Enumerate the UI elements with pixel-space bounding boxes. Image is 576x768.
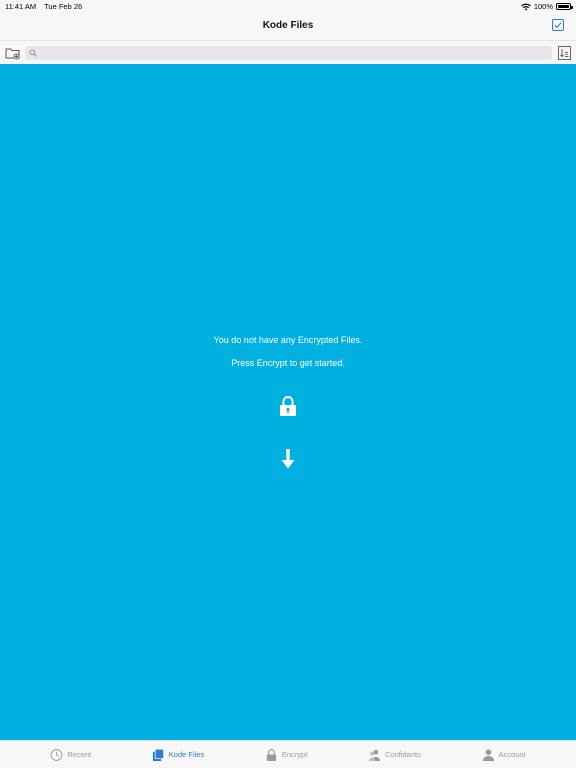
clock-icon (50, 748, 63, 761)
tab-bar: Recent Kode Files Encrypt Confidants Acc… (0, 740, 576, 768)
empty-message: You do not have any Encrypted Files. (213, 335, 363, 345)
tab-label: Kode Files (168, 750, 205, 759)
sort-icon[interactable] (558, 46, 571, 60)
tab-encrypt[interactable]: Encrypt (265, 741, 307, 768)
tab-kode-files[interactable]: Kode Files (152, 741, 204, 768)
nav-bar: Kode Files (0, 12, 576, 40)
status-date: Tue Feb 26 (44, 2, 83, 11)
files-icon (152, 748, 164, 761)
tab-confidants[interactable]: Confidants (368, 741, 421, 768)
arrow-down-icon (281, 449, 295, 469)
tab-label: Confidants (384, 750, 421, 759)
tab-label: Recent (67, 750, 92, 759)
people-icon (368, 749, 381, 761)
new-folder-icon[interactable] (5, 46, 20, 60)
battery-percent: 100% (533, 2, 553, 11)
search-input[interactable] (25, 46, 552, 60)
person-icon (482, 748, 494, 761)
search-icon (29, 49, 37, 57)
status-left: 11:41 AM Tue Feb 26 (5, 2, 88, 11)
lock-icon (280, 396, 296, 416)
tab-label: Encrypt (281, 750, 308, 759)
app-screen: 11:41 AM Tue Feb 26 100% Kode Files You … (0, 0, 576, 768)
select-button[interactable] (552, 19, 564, 31)
page-title: Kode Files (262, 20, 314, 31)
battery-icon (556, 3, 573, 10)
empty-hint: Press Encrypt to get started. (231, 358, 345, 368)
checkmark-icon (554, 22, 562, 29)
status-time: 11:41 AM (5, 2, 37, 11)
tab-account[interactable]: Account (482, 741, 526, 768)
tab-label: Account (498, 750, 526, 759)
tab-recent[interactable]: Recent (50, 741, 91, 768)
search-row (0, 40, 576, 64)
lock-icon (266, 748, 277, 761)
status-bar: 11:41 AM Tue Feb 26 100% (0, 0, 576, 12)
empty-state-panel: You do not have any Encrypted Files. Pre… (0, 64, 576, 740)
status-right: 100% (521, 2, 573, 11)
wifi-icon (521, 3, 531, 10)
